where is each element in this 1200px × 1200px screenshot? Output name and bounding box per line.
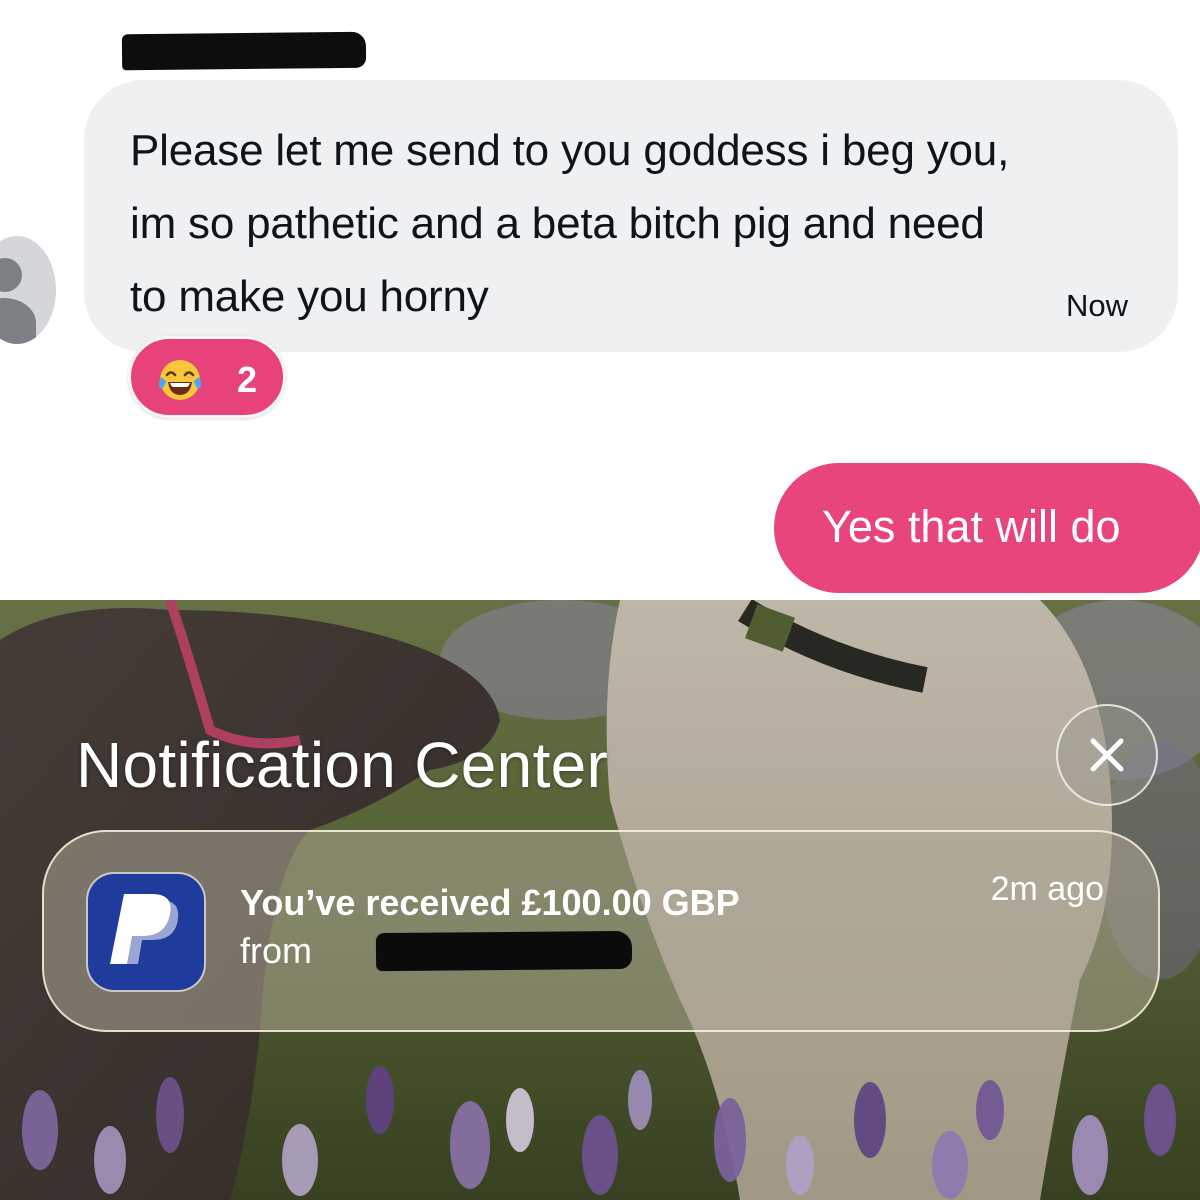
outgoing-message-text: Yes that will do [822,501,1121,552]
avatar-head-shape [0,258,22,292]
close-icon [1090,738,1124,772]
chat-thread: Please let me send to you goddess i beg … [0,0,1200,600]
outgoing-message-bubble[interactable]: Yes that will do [774,463,1200,593]
incoming-message-bubble[interactable]: Please let me send to you goddess i beg … [84,80,1178,352]
paypal-icon [88,874,204,990]
notification-from-label: from [240,930,312,971]
paypal-app-icon [88,874,204,990]
reaction-count: 2 [237,359,258,400]
redacted-payer-name [375,930,633,972]
notification-title: You’ve received £100.00 GBP [240,882,740,923]
notification-time: 2m ago [990,870,1104,908]
close-button[interactable] [1056,704,1158,806]
notification-center-panel: Notification Center You’ve received £100… [0,600,1200,1200]
message-timestamp: Now [1065,288,1128,323]
sender-avatar[interactable] [0,236,56,344]
avatar-shoulders-shape [0,298,36,344]
laughing-with-tears-icon [159,360,201,400]
incoming-message-text: Please let me send to you goddess i beg … [130,126,1010,321]
reaction-badge[interactable]: 2 [128,336,286,418]
redacted-sender-name [121,31,367,71]
paypal-notification[interactable]: You’ve received £100.00 GBP from 2m ago [42,830,1160,1032]
notification-center-title: Notification Center [76,729,609,801]
